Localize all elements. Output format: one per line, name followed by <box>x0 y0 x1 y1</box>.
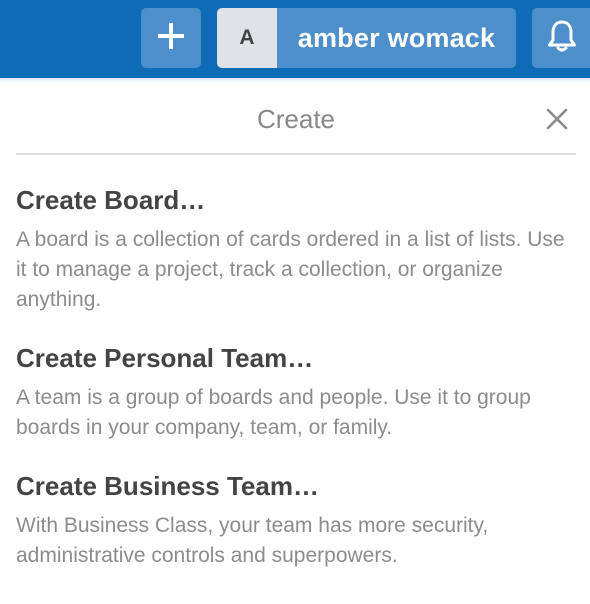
create-personal-team-description: A team is a group of boards and people. … <box>16 386 531 439</box>
user-menu-button[interactable]: A amber womack <box>217 8 516 68</box>
popover-header: Create <box>16 88 576 155</box>
popover-title: Create <box>256 104 336 134</box>
bell-icon <box>546 19 578 58</box>
header-shadow <box>0 78 590 83</box>
create-personal-team-item[interactable]: Create Personal Team… A team is a group … <box>16 343 576 443</box>
create-board-title: Create Board… <box>16 185 206 215</box>
close-icon <box>544 108 570 136</box>
user-name: amber womack <box>297 22 496 53</box>
create-board-item[interactable]: Create Board… A board is a collection of… <box>16 185 576 315</box>
header-bar: A amber womack <box>0 0 590 78</box>
create-business-team-item[interactable]: Create Business Team… With Business Clas… <box>16 471 576 571</box>
notifications-button[interactable] <box>532 8 590 68</box>
close-button[interactable] <box>544 106 570 132</box>
avatar: A <box>217 8 277 68</box>
create-business-team-description: With Business Class, your team has more … <box>16 514 489 567</box>
plus-icon <box>156 21 186 56</box>
create-business-team-title: Create Business Team… <box>16 471 319 501</box>
add-button[interactable] <box>141 8 201 68</box>
create-personal-team-title: Create Personal Team… <box>16 343 314 373</box>
create-board-description: A board is a collection of cards ordered… <box>16 228 565 311</box>
